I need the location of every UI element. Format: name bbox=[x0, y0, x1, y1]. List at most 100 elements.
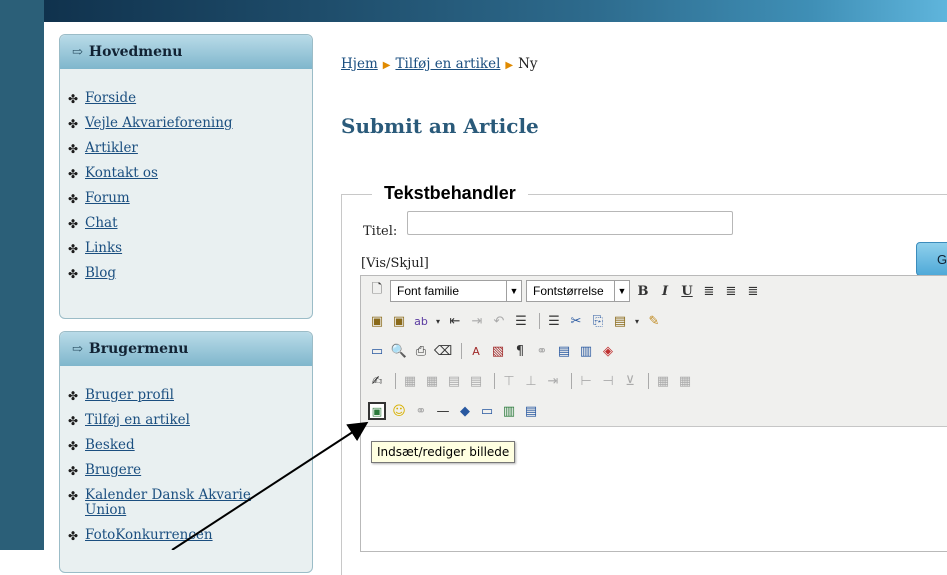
copy-icon[interactable]: ⎘ bbox=[589, 312, 607, 330]
clover-bullet-icon: ✤ bbox=[67, 167, 79, 181]
row-props-icon[interactable]: ▤ bbox=[467, 372, 485, 390]
toolbar-row-4: ✍ ▦ ▦ ▤ ▤ ⊤ ⊥ ⇥ ⊢ ⊣ ⊻ ▦ ▦ bbox=[361, 366, 947, 396]
merge-cells-icon[interactable]: ▦ bbox=[676, 372, 694, 390]
unlink-icon[interactable]: ⚭ bbox=[533, 342, 551, 360]
smiley-icon[interactable]: ☺ bbox=[390, 402, 408, 420]
align-center-icon[interactable]: ≣ bbox=[722, 282, 740, 300]
menu-link-kalender[interactable]: Kalender Dansk Akvarie Union bbox=[85, 488, 265, 518]
fullscreen-icon[interactable]: ▭ bbox=[368, 342, 386, 360]
menu-item-links: ✤ Links bbox=[60, 241, 312, 256]
dropdown-arrow-icon[interactable]: ▾ bbox=[434, 312, 442, 330]
indent-icon[interactable]: ⇥ bbox=[468, 312, 486, 330]
menu-link-foto[interactable]: FotoKonkurrencen bbox=[85, 528, 213, 543]
cut-icon[interactable]: ✂ bbox=[567, 312, 585, 330]
edit-icon[interactable]: ✍ bbox=[368, 372, 386, 390]
cleanup-brush-icon[interactable]: ✎ bbox=[645, 312, 663, 330]
toolbar-separator bbox=[539, 313, 540, 329]
dropdown-arrow-icon: ▼ bbox=[614, 281, 629, 301]
menu-link-blog[interactable]: Blog bbox=[85, 266, 116, 281]
paste-text-icon[interactable]: ▣ bbox=[390, 312, 408, 330]
bold-icon[interactable]: B bbox=[634, 282, 652, 300]
menu-item-forside: ✤ Forside bbox=[60, 91, 312, 106]
bullet-list-icon[interactable]: ☰ bbox=[545, 312, 563, 330]
font-family-select[interactable]: Font familie ▼ bbox=[390, 280, 522, 302]
delete-row-icon[interactable]: ⇥ bbox=[544, 372, 562, 390]
underline-icon[interactable]: U bbox=[678, 282, 696, 300]
text-color-icon[interactable]: A bbox=[467, 342, 485, 360]
horizontal-rule-icon[interactable]: — bbox=[434, 402, 452, 420]
menu-link-besked[interactable]: Besked bbox=[85, 438, 135, 453]
numbered-list-icon[interactable]: ☰ bbox=[512, 312, 530, 330]
split-cells-icon[interactable]: ▦ bbox=[654, 372, 672, 390]
page-title: Submit an Article bbox=[341, 114, 539, 138]
menu-item-artikler: ✤ Artikler bbox=[60, 141, 312, 156]
menu-link-tilfoej[interactable]: Tilføj en artikel bbox=[85, 413, 190, 428]
menu-item-besked: ✤ Besked bbox=[60, 438, 312, 453]
menu-item-kontakt: ✤ Kontakt os bbox=[60, 166, 312, 181]
page-break-icon[interactable]: ▤ bbox=[522, 402, 540, 420]
undo-icon[interactable]: ↶ bbox=[490, 312, 508, 330]
menu-item-vejle: ✤ Vejle Akvarieforening bbox=[60, 116, 312, 131]
spellcheck-icon[interactable]: ab bbox=[412, 312, 430, 330]
italic-icon[interactable]: I bbox=[656, 282, 674, 300]
title-input[interactable] bbox=[407, 211, 733, 235]
paste-icon[interactable]: ▤ bbox=[611, 312, 629, 330]
menu-link-vejle[interactable]: Vejle Akvarieforening bbox=[85, 116, 233, 131]
vis-skjul-toggle[interactable]: [Vis/Skjul] bbox=[361, 256, 429, 271]
cell-props-icon[interactable]: ▤ bbox=[445, 372, 463, 390]
table-row-icon[interactable]: ▤ bbox=[555, 342, 573, 360]
user-menu-header: ⇨ Brugermenu bbox=[60, 332, 312, 366]
breadcrumb-add-article[interactable]: Tilføj en artikel bbox=[395, 56, 500, 72]
insert-row-before-icon[interactable]: ⊤ bbox=[500, 372, 518, 390]
insert-image-icon[interactable]: ▣ bbox=[368, 402, 386, 420]
template-icon[interactable]: ▭ bbox=[478, 402, 496, 420]
font-size-select[interactable]: Fontstørrelse ▼ bbox=[526, 280, 630, 302]
triangle-right-icon: ▶ bbox=[382, 60, 391, 71]
media-icon[interactable]: ▥ bbox=[500, 402, 518, 420]
dropdown-arrow-icon[interactable]: ▾ bbox=[633, 312, 641, 330]
insert-row-after-icon[interactable]: ⊥ bbox=[522, 372, 540, 390]
paste-word-icon[interactable]: ▣ bbox=[368, 312, 386, 330]
link-icon[interactable]: ⚭ bbox=[412, 402, 430, 420]
table-props-icon[interactable]: ▦ bbox=[423, 372, 441, 390]
preview-icon[interactable]: 🔍 bbox=[390, 342, 408, 360]
toolbar-separator bbox=[571, 373, 572, 389]
sidebar: ⇨ Hovedmenu ✤ Forside ✤ Vejle Akvarieforen… bbox=[44, 22, 322, 573]
user-menu-box: ⇨ Brugermenu ✤ Bruger profil ✤ Tilføj en a… bbox=[59, 331, 313, 573]
clover-bullet-icon: ✤ bbox=[67, 92, 79, 106]
html-source-icon[interactable]: ◈ bbox=[599, 342, 617, 360]
paragraph-icon[interactable]: ¶ bbox=[511, 342, 529, 360]
breadcrumb-home[interactable]: Hjem bbox=[341, 56, 378, 72]
insert-table-icon[interactable]: ▦ bbox=[401, 372, 419, 390]
breadcrumb-current: Ny bbox=[518, 56, 538, 72]
clover-bullet-icon: ✤ bbox=[67, 242, 79, 256]
title-input-wrap bbox=[407, 211, 733, 235]
toolbar-separator bbox=[648, 373, 649, 389]
go-button[interactable]: G bbox=[916, 242, 947, 276]
menu-link-links[interactable]: Links bbox=[85, 241, 122, 256]
menu-link-brugere[interactable]: Brugere bbox=[85, 463, 141, 478]
menu-link-artikler[interactable]: Artikler bbox=[85, 141, 138, 156]
menu-link-kontakt[interactable]: Kontakt os bbox=[85, 166, 158, 181]
outdent-icon[interactable]: ⇤ bbox=[446, 312, 464, 330]
insert-col-before-icon[interactable]: ⊢ bbox=[577, 372, 595, 390]
anchor-icon[interactable]: ◆ bbox=[456, 402, 474, 420]
align-left-icon[interactable]: ≣ bbox=[700, 282, 718, 300]
table-col-icon[interactable]: ▥ bbox=[577, 342, 595, 360]
fieldset-legend: Tekstbehandler bbox=[372, 183, 528, 204]
menu-link-profil[interactable]: Bruger profil bbox=[85, 388, 174, 403]
eraser-icon[interactable]: ⌫ bbox=[434, 342, 452, 360]
menu-link-forside[interactable]: Forside bbox=[85, 91, 136, 106]
insert-col-after-icon[interactable]: ⊣ bbox=[599, 372, 617, 390]
print-icon[interactable]: ⎙ bbox=[412, 342, 430, 360]
menu-link-chat[interactable]: Chat bbox=[85, 216, 118, 231]
toolbar-separator bbox=[461, 343, 462, 359]
top-banner bbox=[44, 0, 947, 22]
menu-link-forum[interactable]: Forum bbox=[85, 191, 130, 206]
delete-col-icon[interactable]: ⊻ bbox=[621, 372, 639, 390]
clover-bullet-icon: ✤ bbox=[67, 464, 79, 478]
new-document-icon[interactable]: 🗋 bbox=[368, 282, 386, 300]
highlight-icon[interactable]: ▧ bbox=[489, 342, 507, 360]
align-right-icon[interactable]: ≣ bbox=[744, 282, 762, 300]
font-family-value: Font familie bbox=[397, 284, 460, 298]
